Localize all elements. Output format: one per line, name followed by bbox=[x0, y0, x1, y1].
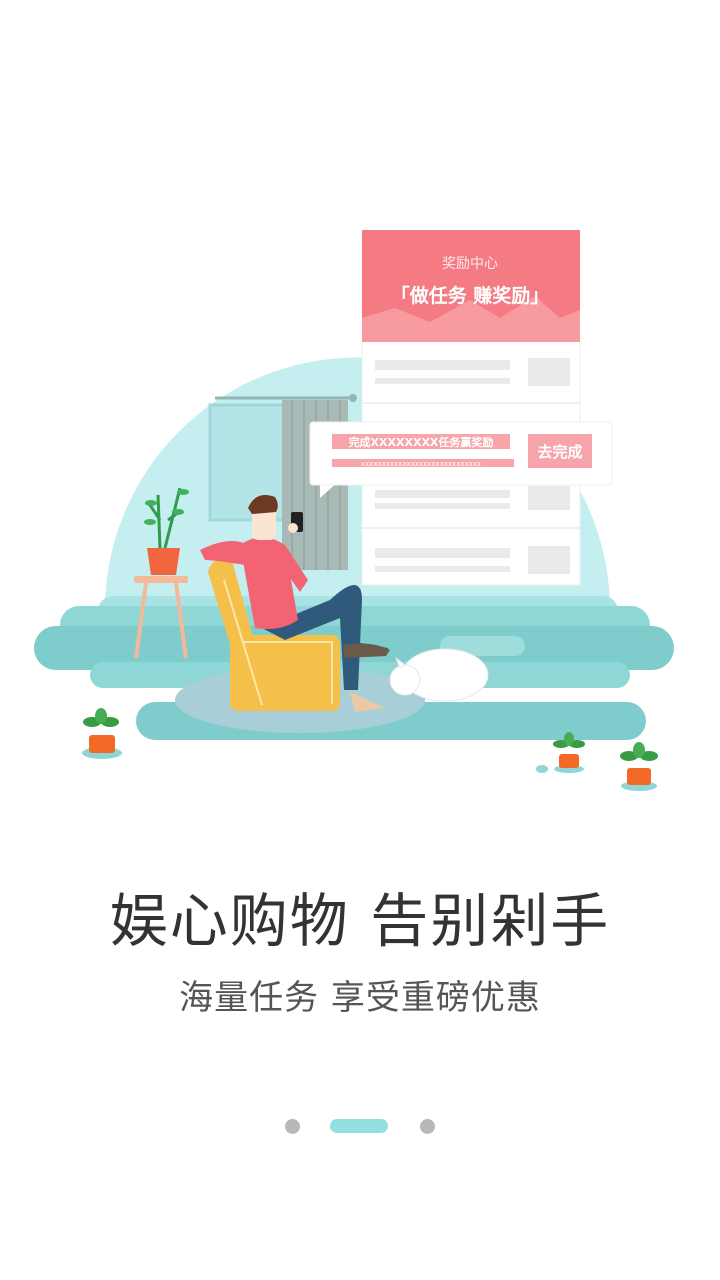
page-indicator bbox=[0, 1117, 720, 1137]
reward-center-label: 奖励中心 bbox=[442, 255, 498, 272]
task-complete-label: 去完成 bbox=[537, 443, 582, 461]
reward-center-title: 「做任务 赚奖励」 bbox=[391, 284, 550, 307]
potted-plant-right bbox=[620, 742, 658, 791]
page-headline: 娱心购物 告别剁手 bbox=[109, 887, 611, 955]
page-subheadline: 海量任务 享受重磅优惠 bbox=[179, 978, 541, 1018]
onboarding-illustration: 奖励中心 「做任务 赚奖励」 完成XXXXXXXX任务赢奖励 xxxxxxxxx… bbox=[34, 230, 674, 791]
task-subtext: xxxxxxxxxxxxxxxxxxxxxxxxxxxxx bbox=[361, 460, 481, 468]
page-dot-1[interactable] bbox=[285, 1119, 300, 1134]
page-dot-2-active[interactable] bbox=[330, 1119, 388, 1133]
task-text: 完成XXXXXXXX任务赢奖励 bbox=[349, 435, 494, 449]
potted-plant-left bbox=[82, 708, 122, 759]
page-dot-3[interactable] bbox=[420, 1119, 435, 1134]
